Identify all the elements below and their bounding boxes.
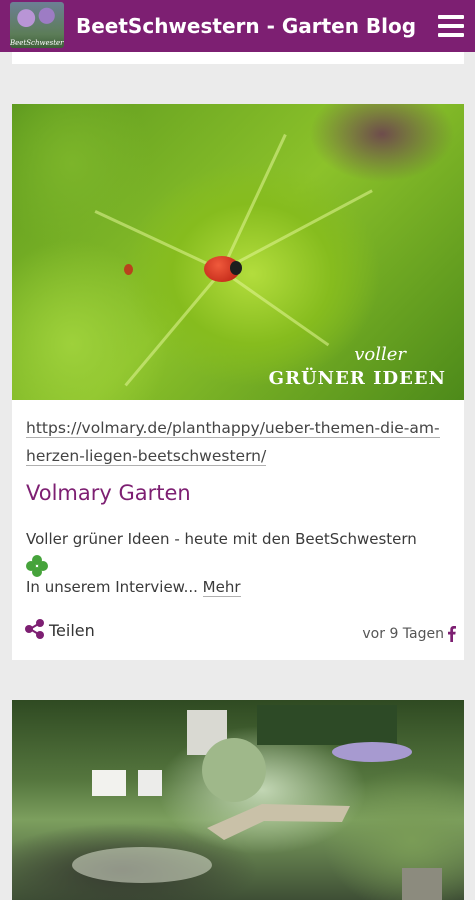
facebook-icon[interactable] (447, 625, 456, 642)
next-post-image[interactable] (12, 700, 464, 900)
garden-scene (72, 705, 442, 900)
post-link[interactable]: https://volmary.de/planthappy/ueber-them… (26, 414, 446, 470)
share-button[interactable]: Teilen (49, 621, 95, 640)
hamburger-icon-bar (438, 24, 464, 28)
menu-button[interactable] (438, 15, 464, 37)
post-title[interactable]: Volmary Garten (26, 481, 191, 505)
stone-path (402, 868, 442, 900)
post-excerpt: In unserem Interview... Mehr (26, 578, 241, 597)
garden-chair (92, 770, 126, 796)
leaf-vein (221, 269, 330, 347)
image-overlay-title: GRÜNER IDEEN (268, 368, 446, 389)
four-leaf-clover-icon (26, 554, 48, 577)
app-bar: BeetSchwestern BeetSchwestern - Garten B… (0, 0, 475, 52)
app-logo[interactable]: BeetSchwestern (10, 2, 64, 48)
garden-chair (138, 770, 162, 796)
ornamental-grass (202, 738, 266, 802)
hedge (257, 705, 397, 745)
image-overlay-text: voller (354, 344, 406, 365)
water-lilies (72, 847, 212, 883)
flower-bed (332, 742, 412, 762)
leaf-vein (124, 269, 224, 387)
hamburger-icon-bar (438, 33, 464, 37)
next-post-card (12, 700, 464, 900)
hamburger-icon-bar (438, 15, 464, 19)
post-card: voller GRÜNER IDEEN https://volmary.de/p… (12, 104, 464, 660)
app-title: BeetSchwestern - Garten Blog (76, 14, 417, 38)
post-description: Voller grüner Ideen - heute mit den Beet… (26, 527, 450, 577)
post-time: vor 9 Tagen (362, 626, 444, 642)
previous-post-card (12, 52, 464, 64)
share-icon[interactable] (24, 618, 46, 640)
small-beetle (124, 264, 133, 275)
wooden-jetty (207, 804, 350, 840)
post-link-text[interactable]: https://volmary.de/planthappy/ueber-them… (26, 419, 440, 466)
leaf-vein (94, 209, 223, 272)
post-description-text: Voller grüner Ideen - heute mit den Beet… (26, 530, 417, 548)
post-excerpt-text: In unserem Interview... (26, 578, 198, 596)
ladybug-head (230, 261, 242, 275)
app-logo-text: BeetSchwestern (10, 39, 64, 47)
post-image[interactable]: voller GRÜNER IDEEN (12, 104, 464, 400)
leaf-vein (221, 189, 373, 272)
more-link[interactable]: Mehr (202, 578, 241, 597)
